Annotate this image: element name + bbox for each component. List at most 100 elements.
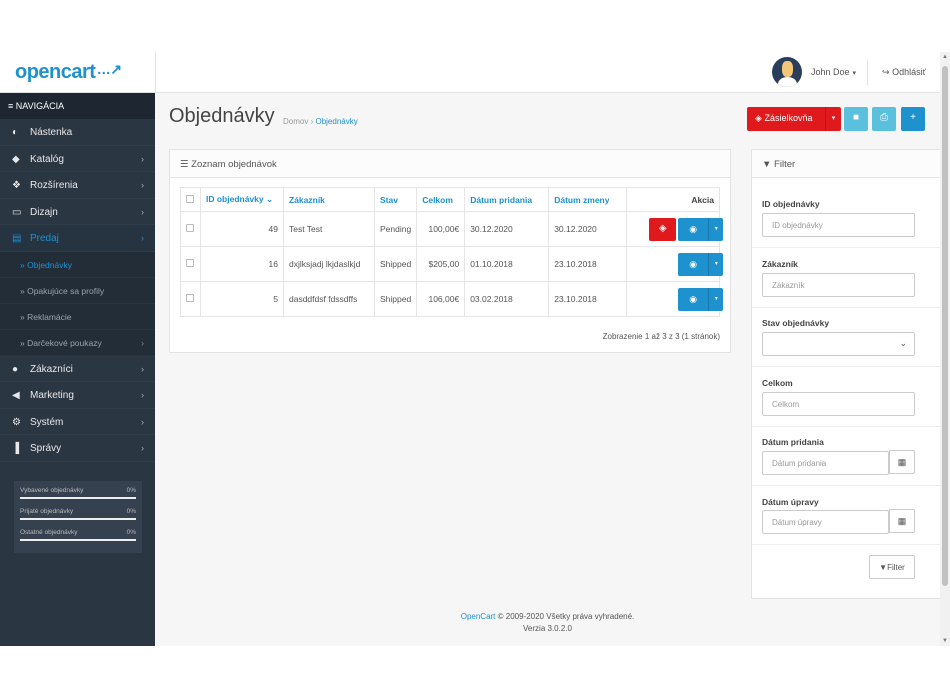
user-menu[interactable]: John Doe ▾ — [811, 67, 856, 77]
main-content: Objednávky Domov › Objednávky ◈ Zásielko… — [155, 93, 940, 646]
select-all-checkbox[interactable] — [186, 194, 194, 203]
order-id-label: ID objednávky — [762, 199, 820, 209]
order-list-heading: ☰ Zoznam objednávok — [170, 150, 730, 178]
sidebar-item-design[interactable]: ▭ Dizajn › — [0, 199, 155, 225]
logout-link[interactable]: ↪ Odhlásiť — [882, 67, 926, 78]
opencart-link[interactable]: OpenCart — [461, 612, 496, 621]
col-action: Akcia — [626, 187, 720, 212]
header-divider — [155, 52, 156, 93]
sidebar-subitem-label: » Reklamácie — [20, 311, 72, 322]
order-actions-dropdown[interactable]: ▾ — [708, 252, 724, 276]
order-list-panel: ☰ Zoznam objednávok ID objednávky ⌄ Záka… — [169, 149, 731, 353]
header-divider-2 — [867, 60, 868, 85]
breadcrumb-current[interactable]: Objednávky — [315, 117, 357, 126]
sidebar-subitem-recurring[interactable]: » Opakujúce sa profily — [0, 277, 155, 304]
action-group: ◉ ▾ — [632, 252, 724, 276]
orders-table: ID objednávky ⌄ Zákazník Stav Celkom Dát… — [180, 187, 724, 317]
cell-status: Shipped — [373, 281, 418, 317]
dashboard-icon: ◐ — [12, 127, 19, 138]
chevron-down-icon[interactable]: ▾ — [825, 107, 841, 131]
col-customer[interactable]: Zákazník — [283, 187, 375, 212]
col-total[interactable]: Celkom — [416, 187, 466, 212]
chevron-right-icon: › — [141, 363, 144, 374]
filter-button[interactable]: ▼Filter — [869, 555, 915, 579]
filter-divider — [752, 366, 940, 367]
row-checkbox[interactable] — [186, 224, 194, 232]
user-icon: ● — [12, 363, 19, 375]
order-actions-dropdown[interactable]: ▾ — [708, 287, 724, 311]
scrollbar-thumb[interactable] — [942, 66, 948, 586]
add-order-button[interactable]: + — [901, 107, 925, 131]
chevron-down-icon: ▾ — [714, 225, 718, 232]
sidebar-item-catalog[interactable]: ◆ Katalóg › — [0, 146, 155, 172]
breadcrumb: Domov › Objednávky — [283, 117, 358, 126]
print-invoice-button[interactable]: ⎙ — [872, 107, 896, 131]
breadcrumb-home[interactable]: Domov — [283, 117, 308, 126]
sidebar-item-system[interactable]: ⚙ Systém › — [0, 409, 155, 435]
order-list-title: Zoznam objednávok — [191, 159, 277, 170]
sidebar-item-extensions[interactable]: ❖ Rozšírenia › — [0, 172, 155, 199]
filter-divider — [752, 247, 940, 248]
filter-divider — [752, 485, 940, 486]
sidebar-item-label: Nástenka — [30, 127, 73, 138]
sidebar-subitem-orders[interactable]: » Objednávky — [0, 251, 155, 278]
page-scrollbar[interactable]: ▲ ▼ — [940, 52, 950, 646]
eye-icon: ◉ — [689, 258, 698, 269]
date-added-input[interactable]: Dátum pridania — [762, 451, 889, 475]
sidebar-subitem-label: » Objednávky — [20, 259, 72, 270]
menu-icon: ≡ — [8, 101, 14, 111]
order-status-select[interactable]: ⌄ — [762, 332, 915, 356]
shipping-list-button[interactable]: ■ — [844, 107, 868, 131]
date-added-label: Dátum pridania — [762, 437, 824, 447]
sidebar-subitem-returns[interactable]: » Reklamácie — [0, 303, 155, 330]
top-header: opencart …↗ John Doe ▾ ↪ Odhlásiť — [0, 52, 940, 93]
view-order-button[interactable]: ◉ — [678, 217, 709, 241]
sidebar-item-customers[interactable]: ● Zákazníci › — [0, 356, 155, 382]
admin-app: opencart …↗ John Doe ▾ ↪ Odhlásiť ≡ NAVIGÁ… — [0, 52, 940, 646]
sidebar-item-dashboard[interactable]: ◐ Nástenka — [0, 119, 155, 146]
sidebar-item-marketing[interactable]: ◀ Marketing › — [0, 382, 155, 409]
view-order-button[interactable]: ◉ — [678, 252, 709, 276]
total-label: Celkom — [762, 378, 793, 388]
col-date-modified[interactable]: Dátum zmeny — [548, 187, 628, 212]
sidebar-item-sales[interactable]: ▤ Predaj › — [0, 225, 155, 252]
pagination-info: Zobrazenie 1 až 3 z 3 (1 stránok) — [602, 332, 720, 341]
col-status[interactable]: Stav — [373, 187, 418, 212]
customer-input[interactable]: Zákazník — [762, 273, 915, 297]
chevron-right-icon: › — [141, 180, 144, 190]
share-icon: ◀ — [12, 390, 20, 401]
zasielkovna-row-button[interactable]: ◈ — [649, 217, 677, 241]
cell-date-added: 01.10.2018 — [464, 246, 550, 282]
sidebar-item-reports[interactable]: ▐ Správy › — [0, 435, 155, 462]
row-checkbox[interactable] — [186, 259, 194, 267]
view-order-button[interactable]: ◉ — [678, 287, 709, 311]
col-date-added[interactable]: Dátum pridania — [464, 187, 550, 212]
cell-date-added: 30.12.2020 — [464, 211, 550, 247]
opencart-logo[interactable]: opencart …↗ — [15, 61, 122, 84]
filter-title: Filter — [774, 159, 796, 170]
scroll-up-icon[interactable]: ▲ — [942, 54, 948, 60]
zasielkovna-button[interactable]: ◈ Zásielkovňa ▾ — [747, 107, 841, 131]
plus-icon: + — [910, 112, 916, 123]
sidebar-item-label: Katalóg — [30, 153, 64, 165]
chevron-right-icon: › — [141, 337, 144, 348]
calendar-icon[interactable]: ▦ — [889, 509, 915, 533]
total-input[interactable]: Celkom — [762, 392, 915, 416]
cell-date-added: 03.02.2018 — [464, 281, 550, 317]
row-select-cell — [180, 246, 201, 282]
list-icon: ☰ — [180, 159, 189, 170]
user-avatar[interactable] — [772, 57, 802, 87]
calendar-icon[interactable]: ▦ — [889, 450, 915, 474]
scroll-down-icon[interactable]: ▼ — [942, 638, 948, 644]
filter-divider — [752, 426, 940, 427]
date-modified-input[interactable]: Dátum úpravy — [762, 510, 889, 534]
col-order-id[interactable]: ID objednávky ⌄ — [200, 187, 284, 212]
eye-icon: ◉ — [689, 293, 698, 304]
order-id-input[interactable]: ID objednávky — [762, 213, 915, 237]
order-actions-dropdown[interactable]: ▾ — [708, 217, 724, 241]
table-row: 16 dxjlksjadj lkjdaslkjd Shipped $205,00… — [180, 246, 724, 282]
row-checkbox[interactable] — [186, 294, 194, 302]
row-select-cell — [180, 281, 201, 317]
sidebar-subitem-vouchers[interactable]: » Darčekové poukazy › — [0, 329, 155, 356]
page-title: Objednávky — [169, 105, 275, 127]
